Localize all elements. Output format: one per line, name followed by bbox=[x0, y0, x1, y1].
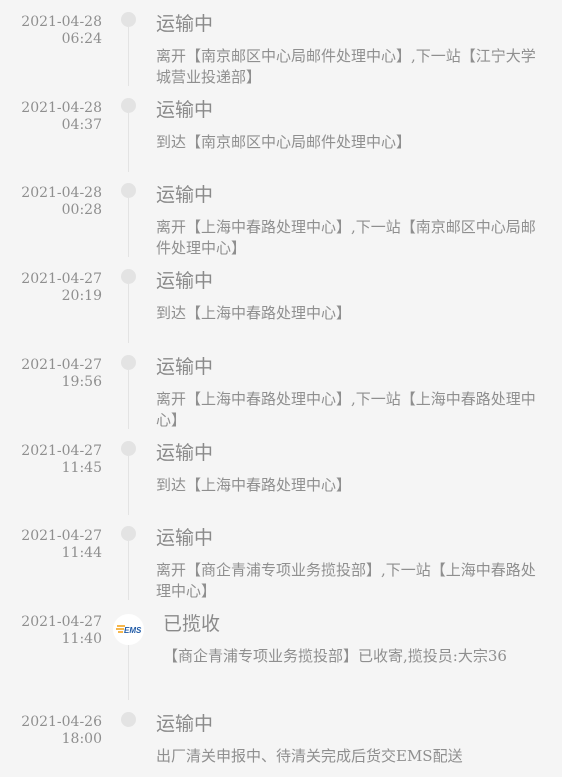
event-detail: 离开【商企青浦专项业务揽投部】,下一站【上海中春路处理中心】 bbox=[156, 561, 536, 600]
event-time: 11:44 bbox=[61, 545, 102, 561]
event-datetime: 2021-04-27 11:44 bbox=[0, 528, 102, 562]
event-date: 2021-04-27 bbox=[21, 443, 102, 459]
timeline-dot bbox=[121, 183, 136, 198]
event-datetime: 2021-04-28 06:24 bbox=[0, 14, 102, 48]
svg-text:EMS: EMS bbox=[124, 626, 142, 635]
timeline-connector bbox=[128, 645, 129, 700]
event-time: 00:28 bbox=[61, 202, 102, 218]
timeline-connector bbox=[128, 27, 129, 86]
event-status: 已揽收 bbox=[163, 613, 221, 635]
timeline-event: 2021-04-28 00:28 运输中 离开【上海中春路处理中心】,下一站【南… bbox=[0, 171, 562, 257]
event-time: 11:40 bbox=[61, 631, 102, 647]
timeline-dot bbox=[121, 269, 136, 284]
ems-logo-icon: EMS bbox=[113, 614, 144, 645]
event-detail: 到达【上海中春路处理中心】 bbox=[156, 304, 352, 322]
event-detail: 到达【上海中春路处理中心】 bbox=[156, 476, 352, 494]
event-detail: 离开【南京邮区中心局邮件处理中心】,下一站【江宁大学城营业投递部】 bbox=[156, 47, 536, 86]
event-datetime: 2021-04-28 00:28 bbox=[0, 185, 102, 219]
timeline-connector bbox=[128, 113, 129, 172]
timeline-event: 2021-04-27 11:44 运输中 离开【商企青浦专项业务揽投部】,下一站… bbox=[0, 514, 562, 600]
timeline-dot bbox=[121, 98, 136, 113]
timeline-connector bbox=[128, 370, 129, 429]
event-status: 运输中 bbox=[156, 356, 214, 378]
event-date: 2021-04-26 bbox=[21, 714, 102, 730]
event-datetime: 2021-04-27 11:45 bbox=[0, 443, 102, 477]
event-status: 运输中 bbox=[156, 99, 214, 121]
timeline-connector bbox=[128, 541, 129, 600]
timeline-dot bbox=[121, 526, 136, 541]
timeline-event: 2021-04-27 19:56 运输中 离开【上海中春路处理中心】,下一站【上… bbox=[0, 343, 562, 429]
event-time: 19:56 bbox=[61, 374, 102, 390]
timeline-dot bbox=[121, 12, 136, 27]
event-date: 2021-04-27 bbox=[21, 357, 102, 373]
event-date: 2021-04-28 bbox=[21, 100, 102, 116]
event-status: 运输中 bbox=[156, 13, 214, 35]
timeline-connector bbox=[128, 456, 129, 515]
event-datetime: 2021-04-27 19:56 bbox=[0, 357, 102, 391]
timeline-event: 2021-04-27 11:40 已揽收 【商企青浦专项业务揽投部】已收寄,揽投… bbox=[0, 600, 562, 700]
event-detail: 【商企青浦专项业务揽投部】已收寄,揽投员:大宗36 bbox=[163, 647, 507, 665]
timeline-connector bbox=[128, 284, 129, 343]
event-datetime: 2021-04-27 20:19 bbox=[0, 271, 102, 305]
event-date: 2021-04-27 bbox=[21, 271, 102, 287]
event-status: 运输中 bbox=[156, 270, 214, 292]
timeline-event: 2021-04-26 18:00 运输中 出厂清关申报中、待清关完成后货交EMS… bbox=[0, 700, 562, 777]
event-time: 20:19 bbox=[61, 288, 102, 304]
event-detail: 出厂清关申报中、待清关完成后货交EMS配送 bbox=[156, 747, 463, 765]
timeline-event: 2021-04-27 11:45 运输中 到达【上海中春路处理中心】 bbox=[0, 429, 562, 515]
event-datetime: 2021-04-28 04:37 bbox=[0, 100, 102, 134]
timeline-event: 2021-04-28 04:37 运输中 到达【南京邮区中心局邮件处理中心】 bbox=[0, 86, 562, 172]
event-status: 运输中 bbox=[156, 442, 214, 464]
event-detail: 到达【南京邮区中心局邮件处理中心】 bbox=[156, 133, 412, 151]
timeline-event: 2021-04-28 06:24 运输中 离开【南京邮区中心局邮件处理中心】,下… bbox=[0, 0, 562, 86]
event-date: 2021-04-27 bbox=[21, 614, 102, 630]
event-time: 04:37 bbox=[61, 117, 102, 133]
event-time: 18:00 bbox=[61, 731, 102, 747]
event-datetime: 2021-04-27 11:40 bbox=[0, 614, 102, 648]
event-date: 2021-04-28 bbox=[21, 14, 102, 30]
tracking-timeline: 2021-04-28 06:24 运输中 离开【南京邮区中心局邮件处理中心】,下… bbox=[0, 0, 562, 777]
event-date: 2021-04-27 bbox=[21, 528, 102, 544]
event-status: 运输中 bbox=[156, 713, 214, 735]
event-date: 2021-04-28 bbox=[21, 185, 102, 201]
timeline-connector bbox=[128, 198, 129, 257]
event-time: 06:24 bbox=[61, 31, 102, 47]
timeline-dot bbox=[121, 712, 136, 727]
event-status: 运输中 bbox=[156, 527, 214, 549]
timeline-dot bbox=[121, 355, 136, 370]
event-datetime: 2021-04-26 18:00 bbox=[0, 714, 102, 748]
event-time: 11:45 bbox=[61, 460, 102, 476]
timeline-dot bbox=[121, 441, 136, 456]
timeline-event: 2021-04-27 20:19 运输中 到达【上海中春路处理中心】 bbox=[0, 257, 562, 343]
event-detail: 离开【上海中春路处理中心】,下一站【上海中春路处理中心】 bbox=[156, 390, 536, 429]
event-detail: 离开【上海中春路处理中心】,下一站【南京邮区中心局邮件处理中心】 bbox=[156, 218, 536, 257]
event-status: 运输中 bbox=[156, 184, 214, 206]
